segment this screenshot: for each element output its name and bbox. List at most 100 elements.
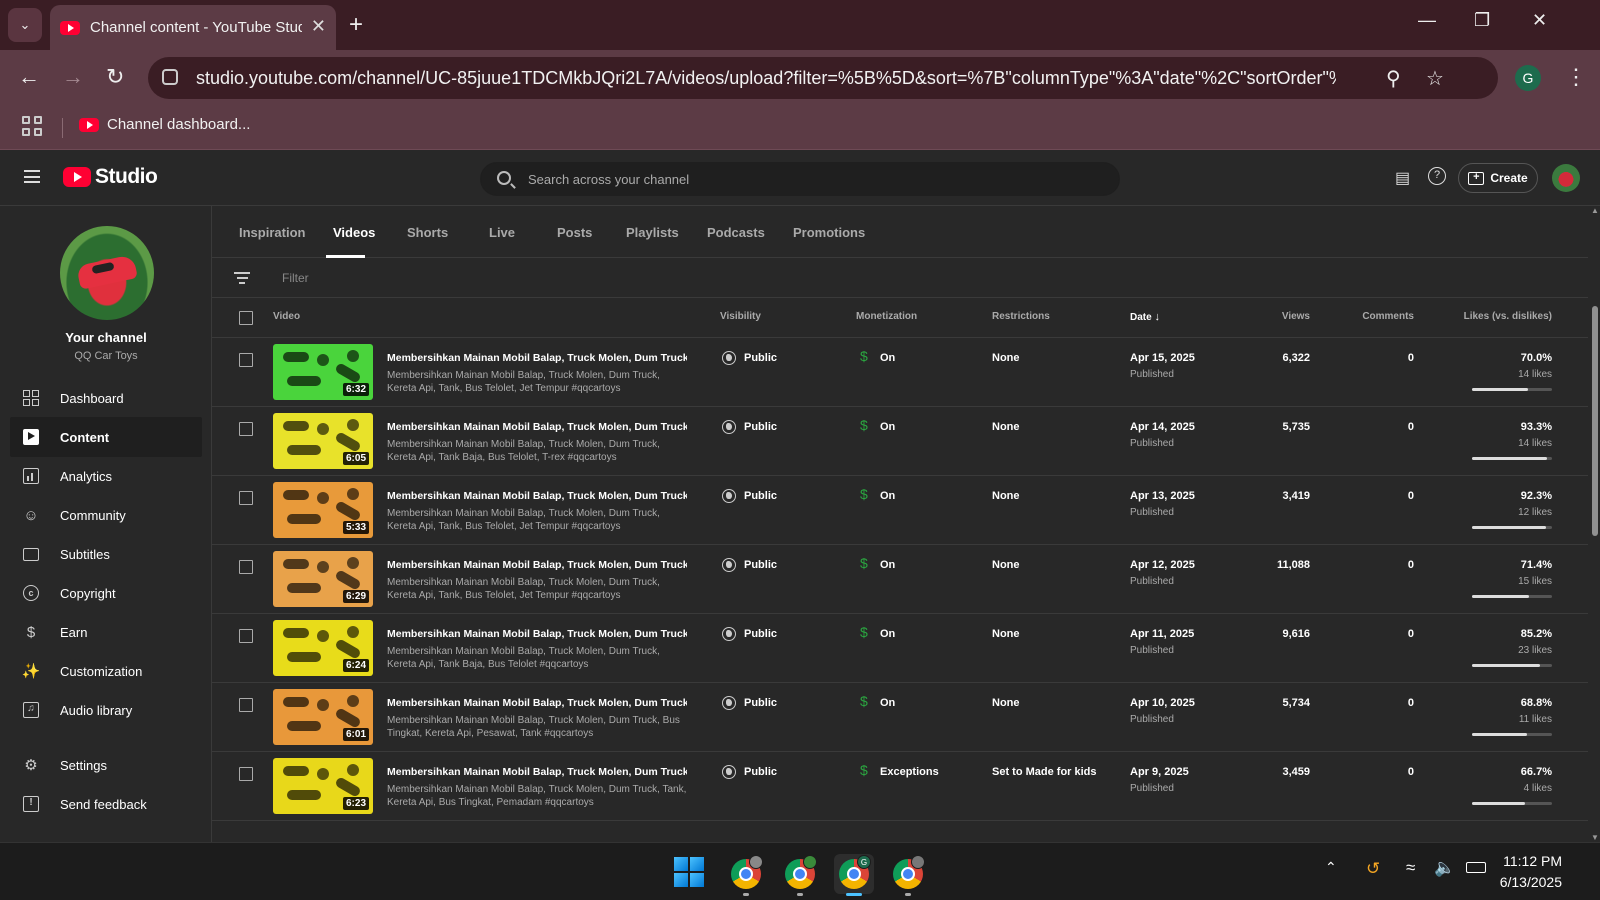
tab-playlists[interactable]: Playlists [626, 225, 679, 240]
battery-icon[interactable] [1466, 862, 1486, 873]
video-title[interactable]: Membersihkan Mainan Mobil Balap, Truck M… [387, 421, 687, 433]
col-date[interactable]: Date ↓ [1130, 311, 1160, 323]
sidebar-item-subtitles[interactable]: Subtitles [10, 534, 202, 574]
table-row[interactable]: 6:24 Membersihkan Mainan Mobil Balap, Tru… [212, 613, 1588, 683]
table-row[interactable]: 6:29 Membersihkan Mainan Mobil Balap, Tru… [212, 544, 1588, 614]
visibility-value[interactable]: Public [744, 352, 777, 364]
create-button[interactable]: + Create [1458, 163, 1538, 193]
forward-icon[interactable]: → [62, 64, 84, 90]
visibility-value[interactable]: Public [744, 490, 777, 502]
sidebar-item-content[interactable]: Content [10, 417, 202, 457]
messages-icon[interactable]: ▤ [1395, 168, 1410, 188]
video-title[interactable]: Membersihkan Mainan Mobil Balap, Truck M… [387, 766, 687, 778]
video-title[interactable]: Membersihkan Mainan Mobil Balap, Truck M… [387, 628, 687, 640]
tab-podcasts[interactable]: Podcasts [707, 225, 765, 240]
table-row[interactable]: 6:05 Membersihkan Mainan Mobil Balap, Tru… [212, 406, 1588, 476]
tab-promotions[interactable]: Promotions [793, 225, 865, 240]
monetization-value[interactable]: On [880, 352, 895, 364]
account-avatar[interactable] [1552, 164, 1580, 192]
sidebar-item-settings[interactable]: ⚙ Settings [10, 745, 202, 785]
windows-start-icon[interactable] [674, 857, 704, 887]
video-thumbnail[interactable]: 6:32 [273, 344, 373, 400]
taskbar-chrome-4[interactable] [888, 854, 928, 896]
video-thumbnail[interactable]: 6:05 [273, 413, 373, 469]
visibility-value[interactable]: Public [744, 766, 777, 778]
monetization-value[interactable]: On [880, 628, 895, 640]
wifi-icon[interactable]: ≈ [1406, 858, 1415, 878]
sidebar-item-audio-library[interactable]: ♫ Audio library [10, 690, 202, 730]
filter-bar[interactable]: Filter [212, 258, 1588, 298]
visibility-value[interactable]: Public [744, 559, 777, 571]
window-close-icon[interactable]: ✕ [1532, 10, 1547, 31]
new-tab-icon[interactable]: + [349, 11, 363, 39]
sidebar-item-community[interactable]: ☺ Community [10, 495, 202, 535]
video-title[interactable]: Membersihkan Mainan Mobil Balap, Truck M… [387, 559, 687, 571]
filter-icon[interactable] [234, 272, 250, 284]
back-icon[interactable]: ← [18, 64, 40, 90]
video-thumbnail[interactable]: 6:01 [273, 689, 373, 745]
channel-avatar[interactable] [60, 226, 154, 320]
site-info-icon[interactable] [162, 69, 178, 85]
tab-inspiration[interactable]: Inspiration [239, 225, 305, 240]
video-thumbnail[interactable]: 6:24 [273, 620, 373, 676]
tab-close-icon[interactable]: ✕ [311, 16, 326, 37]
apps-grid-icon[interactable] [22, 116, 42, 136]
col-visibility[interactable]: Visibility [720, 311, 761, 322]
row-checkbox[interactable] [239, 629, 253, 643]
table-row[interactable]: 5:33 Membersihkan Mainan Mobil Balap, Tru… [212, 475, 1588, 545]
tab-shorts[interactable]: Shorts [407, 225, 448, 240]
table-row[interactable]: 6:32 Membersihkan Mainan Mobil Balap, Tru… [212, 337, 1588, 407]
sidebar-item-send-feedback[interactable]: ! Send feedback [10, 784, 202, 824]
visibility-value[interactable]: Public [744, 421, 777, 433]
taskbar-chrome-3[interactable]: G [834, 854, 874, 896]
visibility-value[interactable]: Public [744, 697, 777, 709]
browser-menu-icon[interactable]: ⋮ [1565, 64, 1587, 90]
visibility-value[interactable]: Public [744, 628, 777, 640]
video-title[interactable]: Membersihkan Mainan Mobil Balap, Truck M… [387, 352, 687, 364]
video-thumbnail[interactable]: 6:29 [273, 551, 373, 607]
tab-posts[interactable]: Posts [557, 225, 592, 240]
row-checkbox[interactable] [239, 491, 253, 505]
hamburger-menu-icon[interactable] [24, 170, 40, 183]
address-bar[interactable]: studio.youtube.com/channel/UC-85juue1TDC… [148, 57, 1498, 99]
sidebar-item-earn[interactable]: $ Earn [10, 612, 202, 652]
video-title[interactable]: Membersihkan Mainan Mobil Balap, Truck M… [387, 490, 687, 502]
studio-logo[interactable]: Studio [63, 165, 158, 189]
sidebar-item-customization[interactable]: ✨ Customization [10, 651, 202, 691]
table-row[interactable]: 6:23 Membersihkan Mainan Mobil Balap, Tru… [212, 751, 1588, 821]
tray-overflow-chevron-icon[interactable]: ⌃ [1325, 859, 1337, 876]
col-comments[interactable]: Comments [1362, 311, 1414, 322]
col-monetization[interactable]: Monetization [856, 311, 917, 322]
table-row[interactable]: 6:01 Membersihkan Mainan Mobil Balap, Tru… [212, 682, 1588, 752]
video-title[interactable]: Membersihkan Mainan Mobil Balap, Truck M… [387, 697, 687, 709]
monetization-value[interactable]: On [880, 559, 895, 571]
row-checkbox[interactable] [239, 767, 253, 781]
tab-search-button[interactable]: ⌄ [8, 8, 42, 42]
main-scrollbar[interactable]: ▲ ▼ [1590, 206, 1600, 842]
channel-search-input[interactable]: Search across your channel [480, 162, 1120, 196]
reload-icon[interactable]: ↻ [106, 64, 124, 90]
taskbar-chrome-1[interactable] [726, 854, 766, 896]
sync-icon[interactable]: ↺ [1366, 859, 1380, 879]
scroll-down-icon[interactable]: ▼ [1591, 833, 1599, 842]
system-clock[interactable]: 11:12 PM 6/13/2025 [1500, 851, 1562, 893]
sidebar-item-dashboard[interactable]: Dashboard [10, 378, 202, 418]
zoom-icon[interactable]: ⚲ [1386, 66, 1401, 91]
col-likes[interactable]: Likes (vs. dislikes) [1464, 311, 1552, 322]
restore-icon[interactable]: ❐ [1474, 10, 1490, 31]
sidebar-item-analytics[interactable]: Analytics [10, 456, 202, 496]
col-views[interactable]: Views [1282, 311, 1310, 322]
sidebar-item-copyright[interactable]: c Copyright [10, 573, 202, 613]
row-checkbox[interactable] [239, 560, 253, 574]
row-checkbox[interactable] [239, 353, 253, 367]
video-thumbnail[interactable]: 5:33 [273, 482, 373, 538]
row-checkbox[interactable] [239, 698, 253, 712]
minimize-icon[interactable]: — [1418, 10, 1436, 31]
tab-live[interactable]: Live [489, 225, 515, 240]
video-thumbnail[interactable]: 6:23 [273, 758, 373, 814]
scroll-thumb[interactable] [1592, 306, 1598, 536]
filter-input[interactable]: Filter [282, 271, 309, 285]
bookmark-channel-dashboard[interactable]: Channel dashboard... [79, 116, 250, 133]
volume-icon[interactable]: 🔈 [1434, 858, 1455, 878]
monetization-value[interactable]: On [880, 421, 895, 433]
